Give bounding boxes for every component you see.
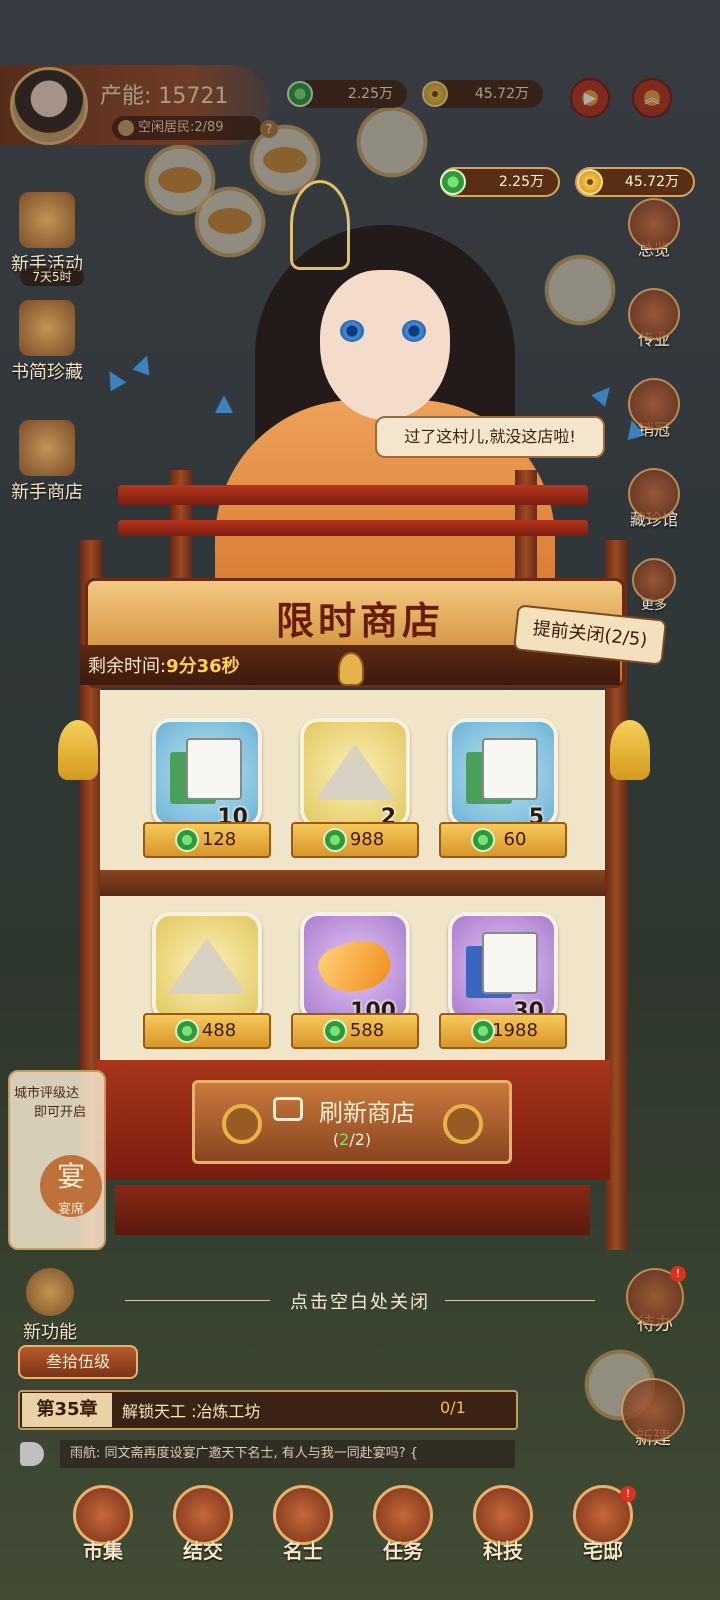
chat-ticker[interactable]: 雨航: 同文斋再度设宴广邀天下名士, 有人与我一同赴宴吗? { bbox=[60, 1440, 515, 1468]
nav-socialize[interactable]: 结交 bbox=[168, 1485, 238, 1564]
shop-timer: 剩余时间:9分36秒 bbox=[88, 656, 240, 677]
shop-title: 限时商店 bbox=[275, 598, 444, 643]
frame-roof-beam bbox=[118, 520, 588, 536]
newbie-event-timer: 7天5时 bbox=[20, 268, 84, 286]
nav-market[interactable]: 市集 bbox=[68, 1485, 138, 1564]
jade-icon bbox=[175, 828, 199, 852]
book-treasure-button[interactable]: 书简珍藏 bbox=[5, 300, 89, 384]
buy-price-button[interactable]: 588 bbox=[291, 1013, 419, 1049]
chest-icon bbox=[19, 420, 75, 476]
legacy-button[interactable]: 传业 bbox=[622, 288, 686, 350]
nav-celebrities[interactable]: 名士 bbox=[268, 1485, 338, 1564]
level-badge[interactable]: 叁拾伍级 bbox=[18, 1345, 138, 1379]
jade-icon bbox=[471, 1019, 495, 1043]
nav-technology[interactable]: 科技 bbox=[468, 1485, 538, 1564]
buy-price-button[interactable]: 988 bbox=[291, 822, 419, 858]
tent-icon bbox=[167, 938, 247, 994]
collection-button[interactable]: 藏珍馆 bbox=[622, 468, 686, 530]
build-house-icon bbox=[621, 1378, 685, 1442]
hairpin-ornament bbox=[290, 180, 350, 270]
shopkeeper-face bbox=[320, 270, 450, 420]
character-icon bbox=[26, 1268, 74, 1316]
newbie-event-button[interactable]: 新手活动 bbox=[5, 192, 89, 276]
buy-price-button[interactable]: 128 bbox=[143, 822, 271, 858]
crystal-shard bbox=[215, 395, 233, 413]
frame-roof-beam bbox=[118, 485, 588, 505]
left-eye bbox=[340, 320, 364, 342]
jade-icon bbox=[323, 828, 347, 852]
shop-base bbox=[115, 1185, 590, 1235]
scroll-paper-icon bbox=[482, 932, 538, 994]
chapter-task: 解锁天工 :冶炼工坊 bbox=[122, 1402, 261, 1421]
jade-icon bbox=[323, 1019, 347, 1043]
buy-price-button[interactable]: 60 bbox=[439, 822, 567, 858]
jade-icon bbox=[440, 169, 466, 195]
shopkeeper-speech-bubble: 过了这村儿,就没这店啦! bbox=[375, 416, 605, 458]
speaker-icon[interactable] bbox=[20, 1442, 44, 1466]
right-eye bbox=[402, 320, 426, 342]
banquet-label: 宴席 bbox=[57, 1202, 84, 1217]
close-hint: 点击空白处关闭 bbox=[290, 1292, 430, 1313]
shop-shelf bbox=[100, 870, 605, 896]
notification-badge: ! bbox=[670, 1266, 686, 1282]
build-button[interactable]: 新建 bbox=[615, 1378, 691, 1450]
buy-price-button[interactable]: 1988 bbox=[439, 1013, 567, 1049]
shop-item-card[interactable]: 5 bbox=[448, 718, 558, 830]
notification-badge: ! bbox=[620, 1486, 636, 1502]
lock-ornament-icon bbox=[338, 652, 364, 686]
tent-icon bbox=[315, 744, 395, 800]
chapter-number: 第35章 bbox=[22, 1393, 112, 1427]
scroll-paper-icon bbox=[482, 738, 538, 800]
scroll-paper-icon bbox=[186, 738, 242, 800]
refresh-count: (2/2) bbox=[332, 1130, 372, 1149]
more-button[interactable]: 更多 bbox=[622, 558, 686, 613]
jade-icon bbox=[175, 1019, 199, 1043]
newbie-shop-button[interactable]: 新手商店 bbox=[5, 420, 89, 504]
gold-ore-icon bbox=[313, 931, 397, 1003]
shop-item-card[interactable]: 100 bbox=[300, 912, 410, 1024]
shop-item-card[interactable] bbox=[152, 912, 262, 1022]
overview-button[interactable]: 总览 bbox=[622, 198, 686, 260]
overview-icon bbox=[628, 198, 680, 250]
bamboo-book-icon bbox=[19, 300, 75, 356]
buy-price-button[interactable]: 488 bbox=[143, 1013, 271, 1049]
chapter-progress: 0/1 bbox=[440, 1398, 466, 1417]
tassel-right bbox=[610, 720, 650, 780]
new-feature-button[interactable]: 新功能 bbox=[10, 1268, 90, 1344]
vase-icon bbox=[628, 468, 680, 520]
shop-item-card[interactable]: 2 bbox=[300, 718, 410, 830]
more-icon bbox=[632, 558, 676, 602]
nav-tasks[interactable]: 任务 bbox=[368, 1485, 438, 1564]
coin-icon bbox=[577, 169, 603, 195]
shop-item-card[interactable]: 10 bbox=[152, 718, 262, 830]
tassel-left bbox=[58, 720, 98, 780]
newbie-event-icon bbox=[19, 192, 75, 248]
jade-icon bbox=[471, 828, 495, 852]
shop-item-card[interactable]: 30 bbox=[448, 912, 558, 1024]
refresh-shop-label: 刷新商店 bbox=[319, 1099, 415, 1127]
horse-icon bbox=[628, 288, 680, 340]
